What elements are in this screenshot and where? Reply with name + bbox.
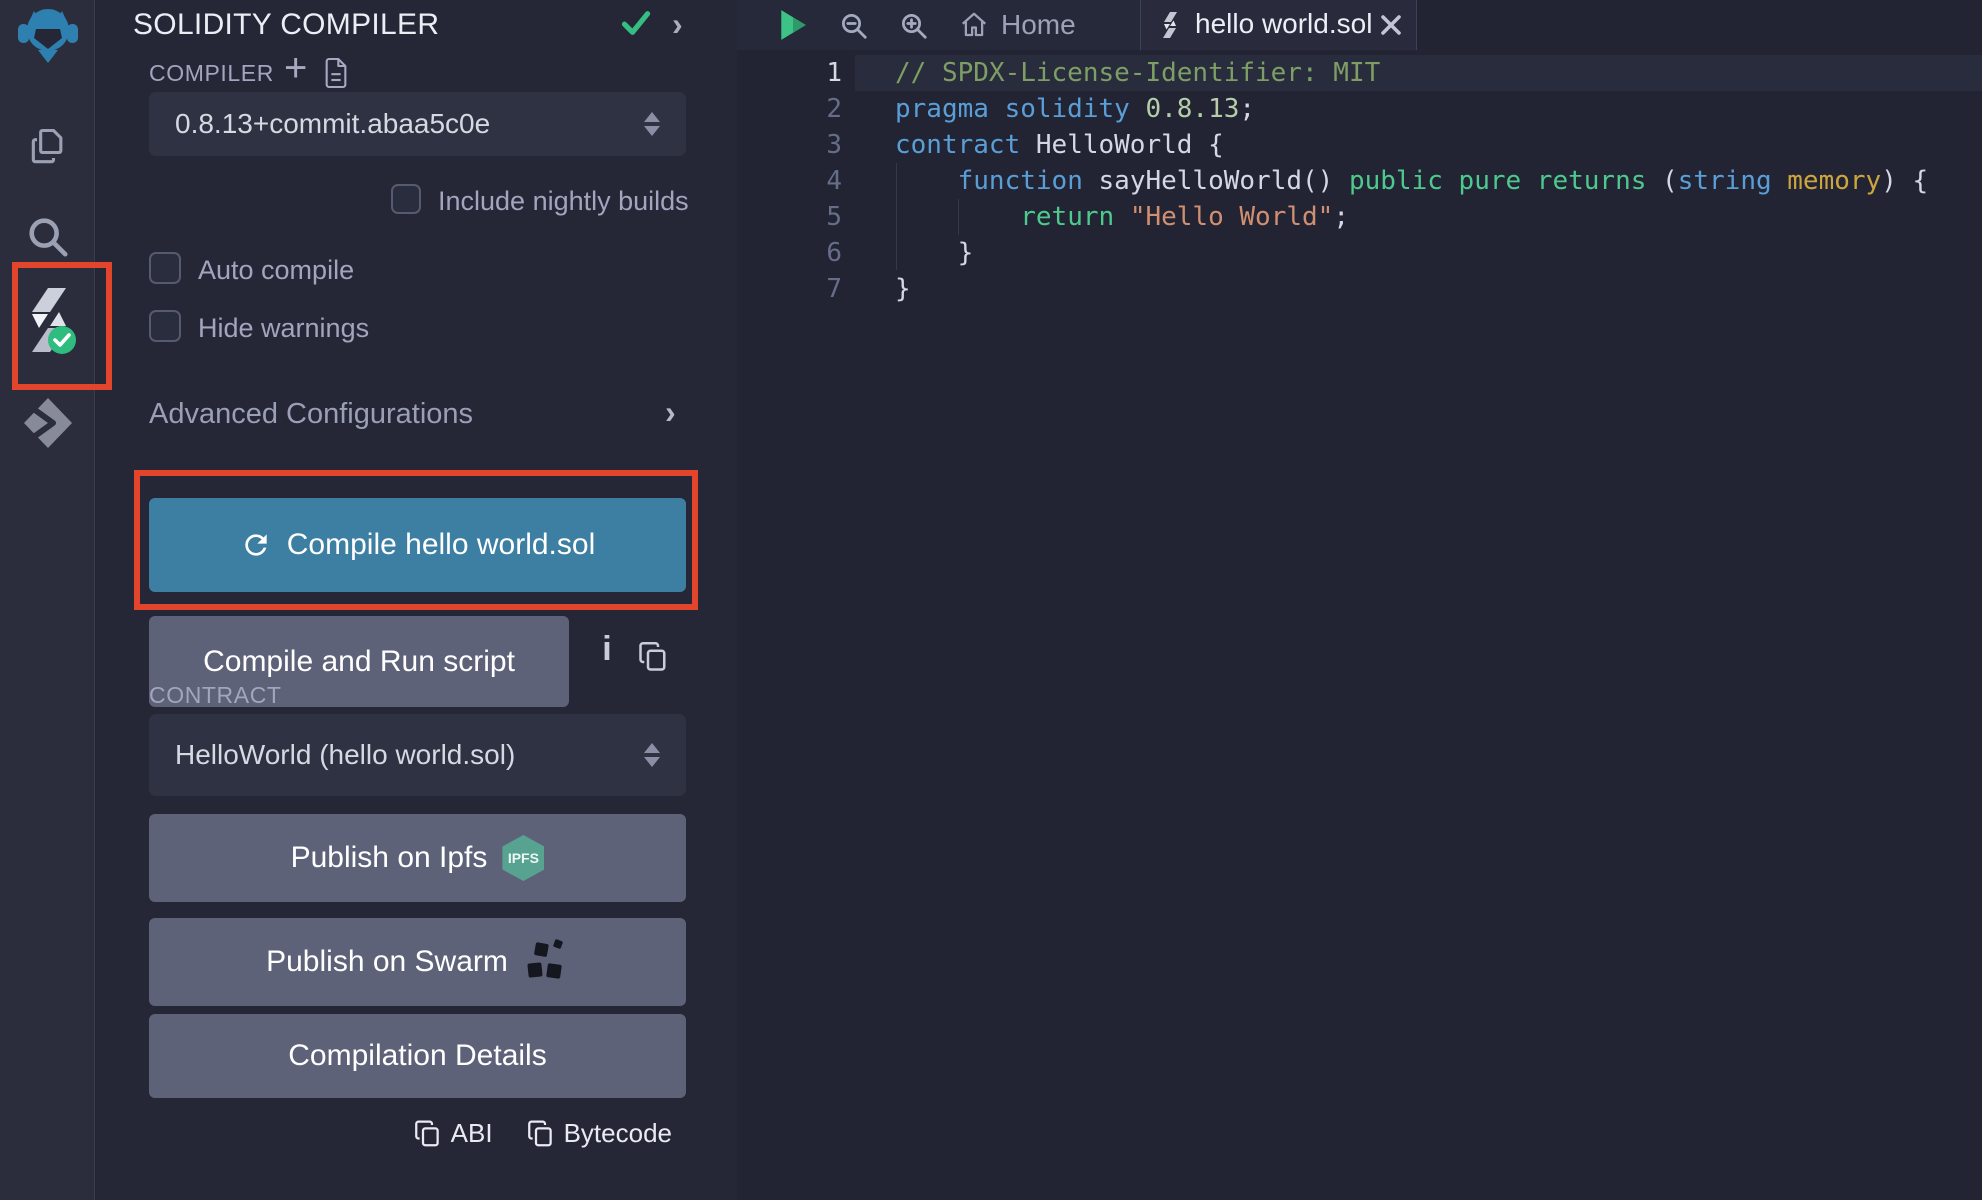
publish-ipfs-label: Publish on Ipfs xyxy=(291,841,488,875)
remix-logo[interactable] xyxy=(0,4,95,64)
code-line: } xyxy=(855,235,1982,271)
publish-ipfs-button[interactable]: Publish on Ipfs IPFS xyxy=(149,814,686,902)
home-icon xyxy=(959,10,989,40)
copy-bytecode-icon[interactable] xyxy=(527,1119,554,1149)
remix-logo-icon xyxy=(17,4,79,64)
select-arrows-icon xyxy=(644,112,660,136)
sidebar-item-deploy-run[interactable] xyxy=(0,396,95,450)
compilation-details-label: Compilation Details xyxy=(288,1039,546,1073)
line-number: 5 xyxy=(737,199,842,235)
compile-success-check-icon xyxy=(620,8,652,38)
panel-collapse-chevron[interactable]: › xyxy=(672,8,683,40)
publish-swarm-label: Publish on Swarm xyxy=(266,945,508,979)
activity-bar xyxy=(0,0,95,1200)
file-tab-label: hello world.sol xyxy=(1195,0,1372,48)
close-tab-icon[interactable] xyxy=(1379,13,1403,37)
gutter: 1234567 xyxy=(737,55,842,307)
publish-swarm-button[interactable]: Publish on Swarm xyxy=(149,918,686,1006)
solidity-file-icon xyxy=(1159,11,1181,39)
zoom-out-icon[interactable] xyxy=(839,11,869,41)
swarm-icon xyxy=(523,939,569,985)
add-compiler-icon[interactable]: + xyxy=(284,46,307,91)
sidebar-item-file-explorer[interactable] xyxy=(0,124,95,170)
select-arrows-icon xyxy=(644,743,660,767)
compiler-section-label: COMPILER xyxy=(149,60,274,87)
code-line: // SPDX-License-Identifier: MIT xyxy=(855,55,1982,91)
solidity-compiler-panel: SOLIDITY COMPILER › COMPILER + 0.8.13+co… xyxy=(96,0,737,1200)
compilation-details-button[interactable]: Compilation Details xyxy=(149,1014,686,1098)
code-lines: // SPDX-License-Identifier: MITpragma so… xyxy=(855,55,1982,307)
line-number: 7 xyxy=(737,271,842,307)
line-number: 1 xyxy=(737,55,842,91)
sidebar-item-solidity-compiler[interactable] xyxy=(0,288,95,358)
home-tab-label: Home xyxy=(1001,9,1076,41)
indent-guide xyxy=(958,199,959,235)
contract-select[interactable]: HelloWorld (hello world.sol) xyxy=(149,714,686,796)
info-icon[interactable]: i xyxy=(592,630,622,669)
tab-hello-world-sol[interactable]: hello world.sol xyxy=(1140,0,1417,50)
search-icon xyxy=(25,214,71,260)
hide-warnings-checkbox[interactable] xyxy=(149,310,181,342)
ipfs-icon: IPFS xyxy=(502,835,544,881)
copy-abi-icon[interactable] xyxy=(414,1119,441,1149)
bytecode-copy-label[interactable]: Bytecode xyxy=(564,1118,672,1149)
code-line: function sayHelloWorld() public pure ret… xyxy=(855,163,1982,199)
page-title: SOLIDITY COMPILER xyxy=(133,8,439,42)
compiler-version-select[interactable]: 0.8.13+commit.abaa5c0e xyxy=(149,92,686,156)
line-number: 3 xyxy=(737,127,842,163)
auto-compile-checkbox[interactable] xyxy=(149,252,181,284)
editor-area[interactable]: Home hello world.sol 1234567 // SPDX-Lic… xyxy=(737,0,1982,1200)
ethereum-deploy-icon xyxy=(22,396,74,450)
zoom-in-icon[interactable] xyxy=(899,11,929,41)
hide-warnings-label: Hide warnings xyxy=(198,313,369,344)
compile-button[interactable]: Compile hello world.sol xyxy=(149,498,686,592)
editor-tabbar: Home hello world.sol xyxy=(737,0,1982,50)
remix-ide-window: SOLIDITY COMPILER › COMPILER + 0.8.13+co… xyxy=(0,0,1982,1200)
code-line: contract HelloWorld { xyxy=(855,127,1982,163)
indent-guide xyxy=(896,163,897,270)
code-line: return "Hello World"; xyxy=(855,199,1982,235)
line-number: 2 xyxy=(737,91,842,127)
compile-and-run-label: Compile and Run script xyxy=(203,645,515,679)
line-number: 6 xyxy=(737,235,842,271)
abi-copy-label[interactable]: ABI xyxy=(451,1118,493,1149)
tab-home[interactable]: Home xyxy=(959,0,1076,50)
advanced-configurations-toggle[interactable]: Advanced Configurations xyxy=(149,398,473,431)
code-line: } xyxy=(855,271,1982,307)
compiler-doc-icon[interactable] xyxy=(322,56,350,90)
compiler-version-value: 0.8.13+commit.abaa5c0e xyxy=(175,92,490,156)
contract-section-label: CONTRACT xyxy=(149,682,282,709)
sidebar-item-search[interactable] xyxy=(0,214,95,260)
include-nightly-checkbox[interactable] xyxy=(391,184,421,214)
run-script-play-icon[interactable] xyxy=(779,9,807,41)
line-number: 4 xyxy=(737,163,842,199)
refresh-icon xyxy=(240,529,272,561)
copy-script-icon[interactable] xyxy=(638,640,668,674)
solidity-compiler-icon xyxy=(20,288,76,358)
include-nightly-label: Include nightly builds xyxy=(438,186,689,217)
code-line: pragma solidity 0.8.13; xyxy=(855,91,1982,127)
advanced-config-chevron-icon[interactable]: › xyxy=(665,396,676,428)
editor-toolbar: Home xyxy=(737,0,1140,50)
auto-compile-label: Auto compile xyxy=(198,255,354,286)
compile-button-label: Compile hello world.sol xyxy=(287,528,595,562)
contract-select-value: HelloWorld (hello world.sol) xyxy=(175,714,515,796)
files-icon xyxy=(26,124,70,170)
abi-bytecode-row: ABI Bytecode xyxy=(414,1118,672,1149)
